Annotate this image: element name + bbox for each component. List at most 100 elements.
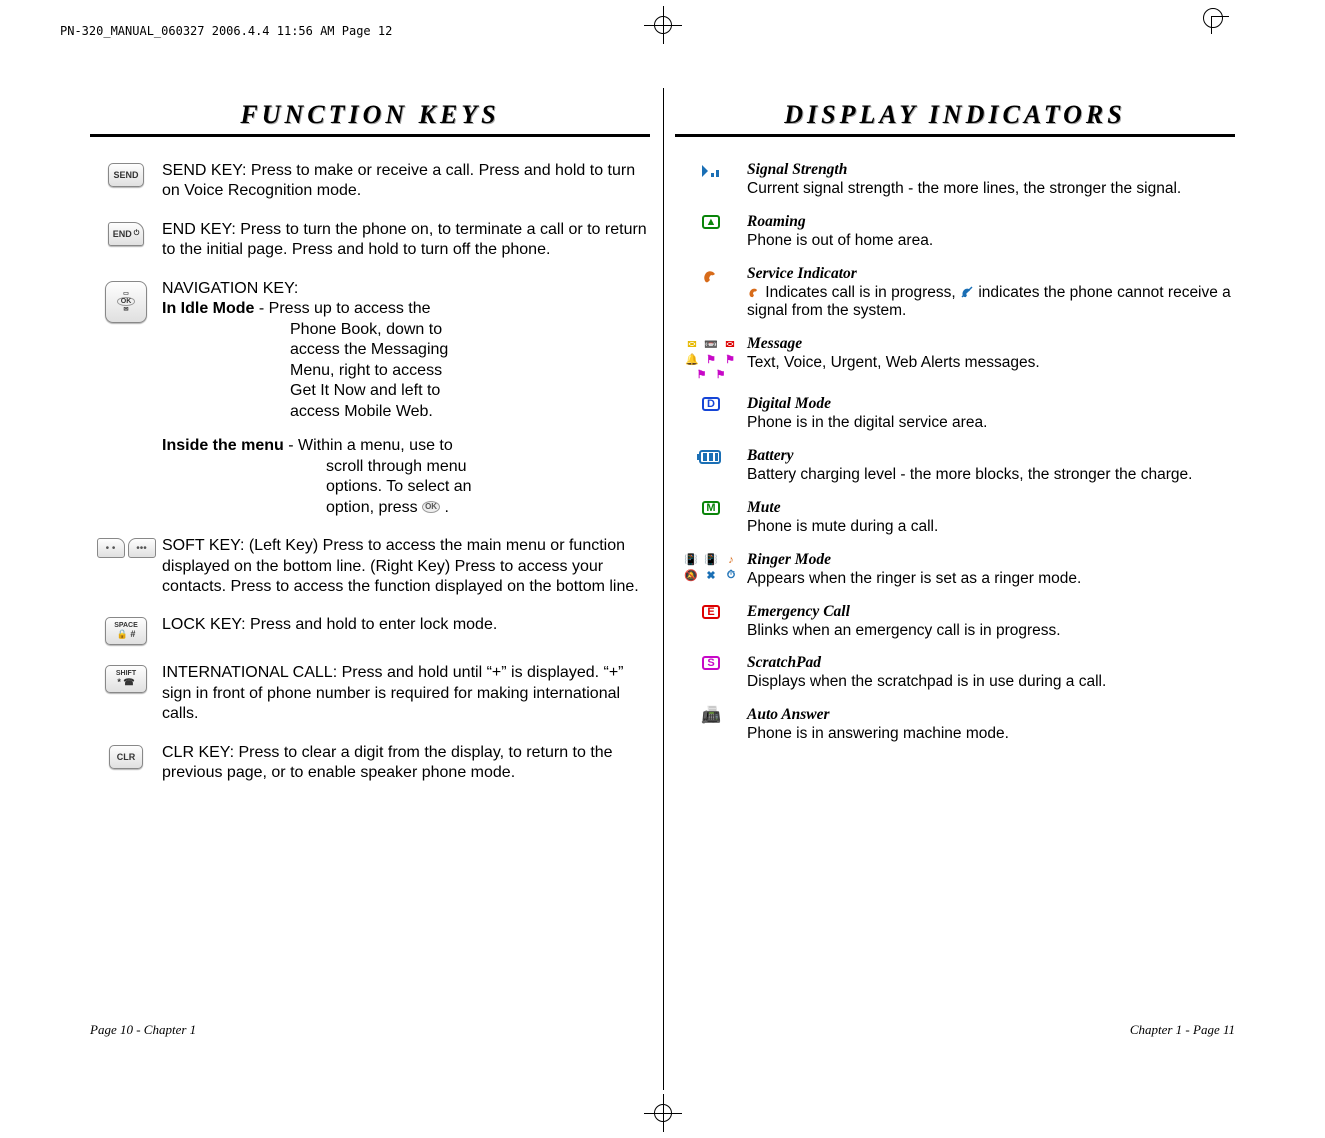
- roaming-desc: Phone is out of home area.: [747, 232, 933, 249]
- battery-icon-cell: [675, 447, 747, 465]
- service-icon-cell: [675, 265, 747, 287]
- emergency-desc: Blinks when an emergency call is in prog…: [747, 622, 1061, 639]
- end-key-icon: END ⏻: [90, 220, 162, 246]
- message-flag-icon: ⚑: [702, 352, 720, 366]
- message-icons-group: ✉📼✉🔔⚑⚑⚑⚑: [679, 337, 743, 381]
- crop-mark-icon: [1211, 16, 1229, 34]
- message-voice-icon: 📼: [702, 337, 720, 351]
- auto-text: Auto Answer Phone is in answering machine…: [747, 706, 1235, 744]
- end-key-desc: END KEY: Press to turn the phone on, to …: [162, 220, 650, 261]
- battery-text: BatteryBattery charging level - the more…: [747, 447, 1235, 485]
- digital-mode-icon: D: [702, 397, 720, 411]
- emergency-icon: E: [702, 605, 720, 619]
- ringer-off-icon: ✖: [702, 569, 720, 583]
- intl-key-desc: INTERNATIONAL CALL: Press and hold until…: [162, 663, 650, 724]
- send-key-icon: SEND: [90, 161, 162, 187]
- end-key-label: END: [113, 229, 132, 239]
- intl-key-icon: SHIFT* ☎: [90, 663, 162, 693]
- clr-key-label: CLR: [109, 745, 143, 769]
- soft-key-row: • •••• SOFT KEY: (Left Key) Press to acc…: [90, 536, 650, 597]
- emergency-text: Emergency Call Blinks when an emergency c…: [747, 603, 1235, 641]
- indicator-row-roaming: ▲RoamingPhone is out of home area.: [675, 213, 1235, 251]
- scratch-text: ScratchPad Displays when the scratchpad i…: [747, 654, 1235, 692]
- left-page-footer: Page 10 - Chapter 1: [90, 1022, 196, 1038]
- roaming-text: Roaming Phone is out of home area.: [747, 213, 1235, 251]
- digital-title: Digital Mode: [747, 395, 831, 412]
- emergency-title: Emergency Call: [747, 603, 850, 620]
- nav-menu-ok-line: option, press OK .: [162, 498, 650, 518]
- auto-icon-cell: 📠: [675, 706, 747, 722]
- ringer-clock-icon: ⏱: [722, 569, 740, 583]
- ok-inline-icon: OK: [422, 501, 440, 513]
- send-key-label: SEND: [108, 163, 143, 187]
- scratch-title: ScratchPad: [747, 654, 821, 671]
- nav-menu-lines: scroll through menu options. To select a…: [162, 457, 650, 498]
- lock-key-icon: SPACE🔒 #: [90, 615, 162, 645]
- service-title: Service Indicator: [747, 265, 857, 282]
- ringer-silent-icon: 🔕: [682, 569, 700, 583]
- mute-icon: M: [702, 501, 720, 515]
- lock-key-desc: LOCK KEY: Press and hold to enter lock m…: [162, 615, 650, 635]
- message-text: MessageText, Voice, Urgent, Web Alerts m…: [747, 335, 1235, 373]
- mute-text: Mute Phone is mute during a call.: [747, 499, 1235, 537]
- message-web-icon: 🔔: [683, 352, 701, 366]
- indicator-row-battery: BatteryBattery charging level - the more…: [675, 447, 1235, 485]
- registration-mark-bottom-icon: [648, 1098, 678, 1128]
- lock-key-row: SPACE🔒 # LOCK KEY: Press and hold to ent…: [90, 615, 650, 645]
- page-spine: [663, 88, 664, 1090]
- indicator-row-emergency: E Emergency Call Blinks when an emergency …: [675, 603, 1235, 641]
- space-label: SPACE: [114, 622, 138, 629]
- signal-icon-cell: [675, 161, 747, 177]
- function-keys-heading: FUNCTION KEYS: [90, 100, 650, 137]
- service-text: Service Indicator Indicates call is in p…: [747, 265, 1235, 322]
- ringer-text: Ringer Mode Appears when the ringer is se…: [747, 551, 1235, 589]
- indicator-row-mute: M Mute Phone is mute during a call.: [675, 499, 1235, 537]
- indicator-list: Signal StrengthCurrent signal strength -…: [675, 161, 1235, 744]
- ringer-icon-cell: 📳📳♪🔕✖⏱: [675, 551, 747, 583]
- mute-desc: Phone is mute during a call.: [747, 518, 938, 535]
- service-phone-on-icon: [747, 284, 761, 301]
- mute-icon-cell: M: [675, 499, 747, 515]
- left-page: FUNCTION KEYS SEND SEND KEY: Press to ma…: [90, 100, 650, 802]
- nav-menu-label: Inside the menu: [162, 437, 284, 454]
- scratch-desc: Displays when the scratchpad is in use d…: [747, 673, 1106, 690]
- ringer-title: Ringer Mode: [747, 551, 831, 568]
- message-urgent-icon: ✉: [721, 337, 739, 351]
- message-flag3-icon: ⚑: [693, 367, 711, 381]
- battery-icon: [697, 449, 725, 465]
- nav-key-desc: NAVIGATION KEY: In Idle Mode - Press up …: [162, 279, 650, 518]
- emergency-icon-cell: E: [675, 603, 747, 619]
- signal-desc: Current signal strength - the more lines…: [747, 180, 1181, 197]
- intl-key-row: SHIFT* ☎ INTERNATIONAL CALL: Press and h…: [90, 663, 650, 724]
- auto-title: Auto Answer: [747, 706, 830, 723]
- registration-mark-top-icon: [648, 10, 678, 40]
- nav-title: NAVIGATION KEY:: [162, 279, 650, 299]
- ringer-icons-group: 📳📳♪🔕✖⏱: [682, 553, 740, 583]
- ringer-vibrate-icon: 📳: [682, 553, 700, 567]
- print-header: PN-320_MANUAL_060327 2006.4.4 11:56 AM P…: [60, 24, 392, 38]
- soft-key-desc: SOFT KEY: (Left Key) Press to access the…: [162, 536, 650, 597]
- indicator-row-digital: DDigital ModePhone is in the digital ser…: [675, 395, 1235, 433]
- nav-key-row: ▭OK✉ NAVIGATION KEY: In Idle Mode - Pres…: [90, 279, 650, 518]
- roaming-title: Roaming: [747, 213, 806, 230]
- message-text-icon: ✉: [683, 337, 701, 351]
- mute-title: Mute: [747, 499, 781, 516]
- indicator-row-scratch: S ScratchPad Displays when the scratchpad …: [675, 654, 1235, 692]
- digital-icon-cell: D: [675, 395, 747, 411]
- scratchpad-icon: S: [702, 656, 720, 670]
- indicator-row-message: ✉📼✉🔔⚑⚑⚑⚑MessageText, Voice, Urgent, Web …: [675, 335, 1235, 381]
- right-page: DISPLAY INDICATORS Signal StrengthCurren…: [675, 100, 1235, 758]
- message-desc: Text, Voice, Urgent, Web Alerts messages…: [747, 354, 1040, 371]
- ringer-desc: Appears when the ringer is set as a ring…: [747, 570, 1081, 587]
- left-softkey-icon: • •: [97, 538, 125, 558]
- battery-title: Battery: [747, 447, 794, 464]
- soft-key-icon: • ••••: [90, 536, 162, 558]
- auto-desc: Phone is in answering machine mode.: [747, 725, 1009, 742]
- display-indicators-heading: DISPLAY INDICATORS: [675, 100, 1235, 137]
- clr-key-row: CLR CLR KEY: Press to clear a digit from…: [90, 743, 650, 784]
- nav-idle-rest: - Press up to access the: [254, 300, 430, 317]
- nav-menu-rest: - Within a menu, use to: [284, 437, 453, 454]
- clr-key-desc: CLR KEY: Press to clear a digit from the…: [162, 743, 650, 784]
- indicator-row-signal: Signal StrengthCurrent signal strength -…: [675, 161, 1235, 199]
- ringer-vibrate2-icon: 📳: [702, 553, 720, 567]
